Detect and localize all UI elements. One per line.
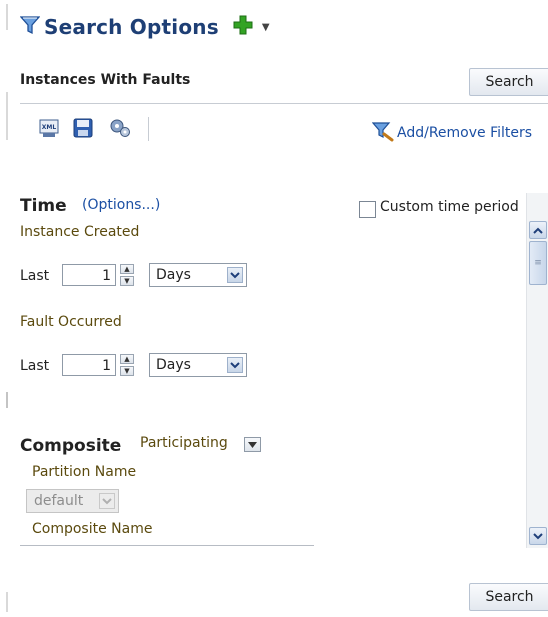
fault-occurred-amount-input[interactable]: 1: [62, 354, 116, 376]
left-edge-marker: [6, 92, 8, 140]
svg-text:XML: XML: [42, 124, 57, 131]
stepper-up-icon[interactable]: ▲: [120, 354, 134, 364]
stepper-down-icon[interactable]: ▼: [120, 276, 134, 286]
left-edge-marker: [6, 392, 8, 408]
fault-occurred-label: Fault Occurred: [20, 314, 122, 330]
stepper-up-icon[interactable]: ▲: [120, 264, 134, 274]
left-edge-marker: [6, 592, 8, 612]
search-options-header: Search Options ▼: [19, 12, 270, 42]
unit-select-value: Days: [156, 267, 191, 283]
vertical-scrollbar[interactable]: ≡: [526, 193, 548, 548]
chevron-down-icon[interactable]: [227, 267, 243, 283]
instance-created-unit-select[interactable]: Days: [149, 263, 247, 287]
custom-time-period-checkbox[interactable]: [359, 201, 376, 218]
xml-icon[interactable]: XML: [38, 117, 60, 143]
chevron-down-icon[interactable]: [227, 357, 243, 373]
fault-occurred-stepper[interactable]: ▲ ▼: [120, 354, 134, 376]
chevron-down-icon: [99, 493, 115, 509]
search-button[interactable]: Search: [469, 68, 548, 96]
time-options-link[interactable]: (Options...): [82, 197, 160, 213]
unit-select-value: Days: [156, 357, 191, 373]
partition-name-select[interactable]: default: [26, 489, 119, 513]
page-title: Search Options: [44, 15, 219, 39]
add-remove-filters-link[interactable]: Add/Remove Filters: [371, 120, 533, 146]
composite-mode-dropdown[interactable]: [244, 437, 261, 452]
filter-icon: [19, 14, 41, 40]
filter-settings-icon: [371, 120, 394, 146]
scroll-down-icon[interactable]: [529, 527, 547, 545]
last-label: Last: [20, 358, 50, 374]
section-title: Instances With Faults: [20, 72, 191, 88]
chevron-down-icon[interactable]: ▼: [262, 22, 270, 33]
instance-created-label: Instance Created: [20, 224, 140, 240]
instance-created-stepper[interactable]: ▲ ▼: [120, 264, 134, 286]
search-button-bottom[interactable]: Search: [469, 583, 548, 611]
toolbar-separator: [148, 117, 149, 141]
last-label: Last: [20, 268, 50, 284]
add-remove-filters-label: Add/Remove Filters: [397, 125, 533, 141]
fault-occurred-unit-select[interactable]: Days: [149, 353, 247, 377]
instance-created-amount-input[interactable]: 1: [62, 264, 116, 286]
custom-time-period-label: Custom time period: [380, 199, 519, 215]
divider: [20, 103, 548, 104]
settings-icon[interactable]: [108, 117, 132, 143]
composite-mode-label: Participating: [140, 435, 228, 451]
add-icon[interactable]: [233, 15, 253, 39]
composite-name-label: Composite Name: [32, 521, 153, 537]
time-heading: Time: [20, 196, 67, 216]
scrollbar-thumb[interactable]: ≡: [529, 241, 547, 285]
save-icon[interactable]: [72, 117, 94, 143]
partition-select-value: default: [34, 493, 84, 509]
scroll-up-icon[interactable]: [529, 221, 547, 239]
left-edge-marker: [6, 4, 8, 30]
composite-name-field-line[interactable]: [20, 545, 314, 546]
composite-heading: Composite: [20, 436, 122, 456]
partition-name-label: Partition Name: [32, 464, 137, 480]
stepper-down-icon[interactable]: ▼: [120, 366, 134, 376]
